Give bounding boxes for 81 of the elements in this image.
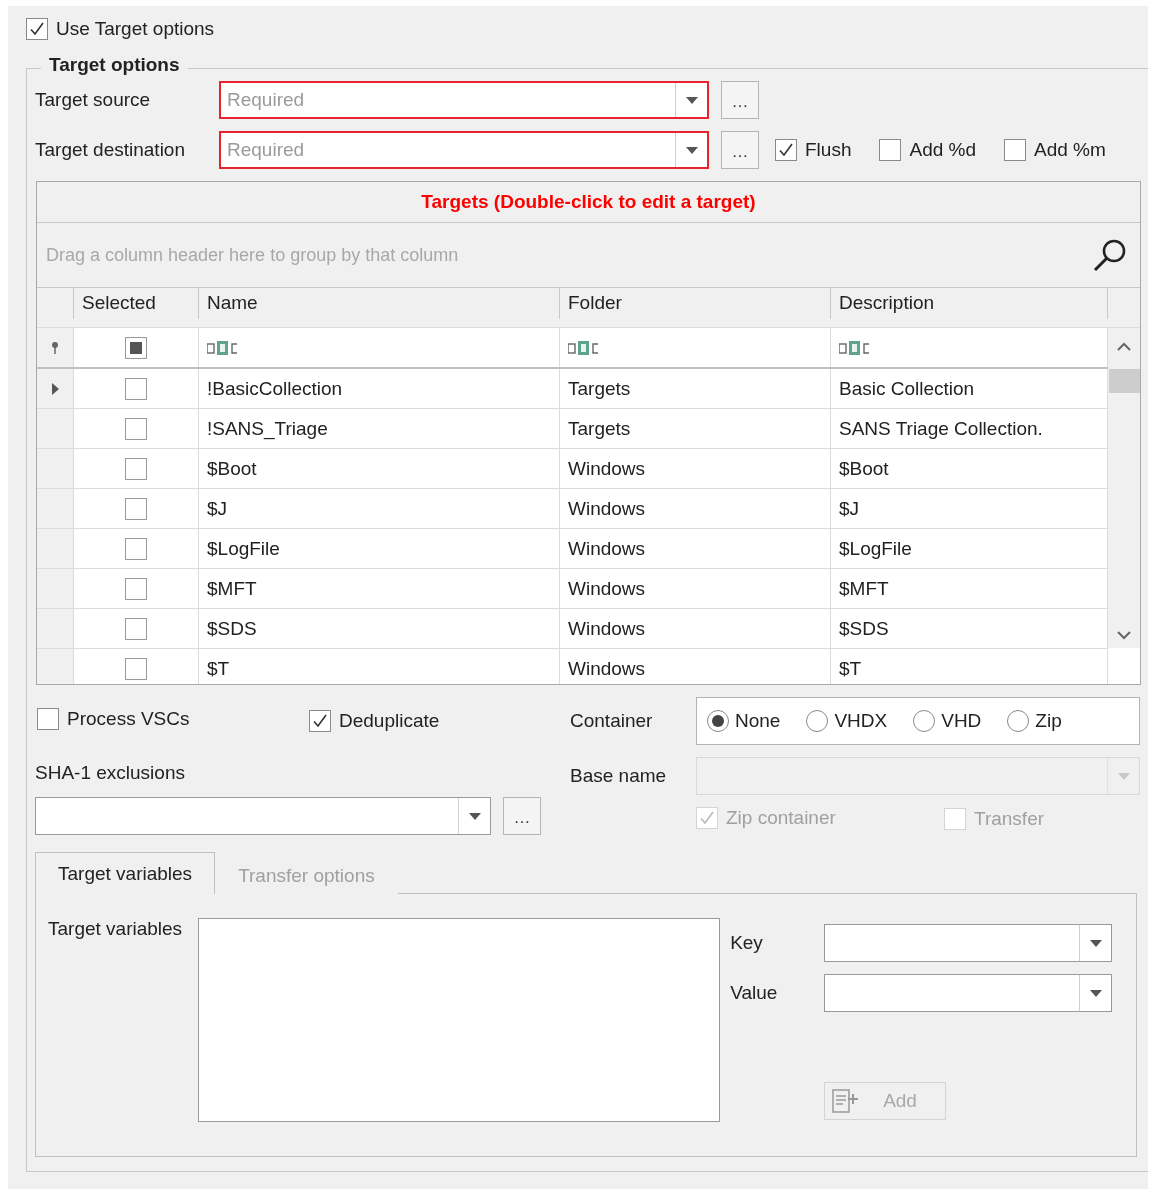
table-cell: Windows xyxy=(560,649,831,684)
combo-field[interactable] xyxy=(824,924,1113,962)
table-cell: !SANS_Triage xyxy=(199,409,560,448)
table-cell: $LogFile xyxy=(199,529,560,568)
text-filter-icon xyxy=(568,340,600,355)
dropdown-arrow-icon[interactable] xyxy=(685,96,698,104)
checkbox[interactable] xyxy=(775,139,797,161)
checkbox-label: Process VSCs xyxy=(67,707,190,730)
row-checkbox[interactable] xyxy=(125,577,147,600)
radio-button[interactable] xyxy=(913,710,936,732)
table-cell: Windows xyxy=(560,609,831,648)
field-label: Base name xyxy=(570,765,668,787)
table-cell: $T xyxy=(831,649,1108,684)
browse-button[interactable]: … xyxy=(721,131,759,169)
row-checkbox[interactable] xyxy=(125,417,147,440)
checkbox-label: Add %d xyxy=(909,139,976,161)
tab[interactable]: Target variables xyxy=(35,852,216,894)
combo-field[interactable] xyxy=(824,974,1113,1012)
checkbox[interactable] xyxy=(26,18,48,40)
combo-field[interactable] xyxy=(35,797,491,835)
scrollbar[interactable] xyxy=(1108,328,1140,648)
field-label: Target destination xyxy=(35,139,186,161)
table-cell: Windows xyxy=(560,529,831,568)
field-label: Key xyxy=(730,932,764,954)
dropdown-arrow-icon[interactable] xyxy=(685,146,698,154)
row-checkbox[interactable] xyxy=(125,537,147,560)
field-label: Container xyxy=(570,710,654,732)
field-label: SHA-1 exclusions xyxy=(35,762,185,784)
row-checkbox[interactable] xyxy=(125,617,147,640)
pin-icon xyxy=(51,341,59,354)
checkbox-label: Transfer xyxy=(974,808,1045,830)
table-cell: Targets xyxy=(560,369,831,408)
field-label: Target source xyxy=(35,89,152,111)
table-cell: $J xyxy=(199,489,560,528)
variables-field[interactable] xyxy=(198,918,721,1122)
table-cell: $SDS xyxy=(199,609,560,648)
grid-title: Targets (Double-click to edit a target) xyxy=(421,191,756,213)
text-filter-icon xyxy=(839,340,871,355)
row-checkbox[interactable] xyxy=(125,657,147,680)
checkbox-label: Zip container xyxy=(726,807,836,829)
row-indicator[interactable] xyxy=(37,369,74,408)
text-filter-icon xyxy=(207,340,239,355)
browse-button[interactable]: … xyxy=(503,797,541,835)
checkbox-label: Deduplicate xyxy=(339,710,440,732)
browse-button[interactable]: … xyxy=(721,81,759,119)
field-label: Value xyxy=(730,982,779,1004)
table-cell: $Boot xyxy=(199,449,560,488)
radio-button[interactable] xyxy=(806,710,829,732)
dropdown-arrow-icon[interactable] xyxy=(468,812,481,820)
radio-label: Zip xyxy=(1035,710,1062,732)
radio-button[interactable] xyxy=(707,710,729,732)
table-cell: !BasicCollection xyxy=(199,369,560,408)
dropdown-arrow-icon[interactable] xyxy=(1089,989,1102,997)
row-checkbox[interactable] xyxy=(125,377,147,400)
search-icon[interactable] xyxy=(1092,237,1128,273)
radio-label: None xyxy=(735,710,781,732)
checkbox[interactable] xyxy=(1004,139,1026,161)
scrollbar-thumb[interactable] xyxy=(1108,369,1140,393)
group-panel-hint: Drag a column header here to group by that column xyxy=(46,244,459,266)
table-cell: $T xyxy=(199,649,560,684)
field-label: Target variables xyxy=(48,918,183,940)
scroll-down-icon[interactable] xyxy=(1117,631,1131,640)
checkbox-label: Flush xyxy=(805,139,852,161)
dropdown-arrow-icon[interactable] xyxy=(1089,939,1102,947)
table-cell: $MFT xyxy=(199,569,560,608)
checkbox[interactable] xyxy=(37,707,59,730)
checkbox[interactable] xyxy=(879,139,902,161)
radio-label: VHDX xyxy=(834,710,888,732)
scroll-up-icon[interactable] xyxy=(1117,342,1131,351)
checkbox-label: Use Target options xyxy=(56,18,215,40)
filter-checkbox[interactable] xyxy=(125,336,147,359)
table-cell: Windows xyxy=(560,489,831,528)
table-cell: Windows xyxy=(560,569,831,608)
checkbox-label: Add %m xyxy=(1034,139,1106,161)
checkbox[interactable] xyxy=(309,710,331,732)
table-cell: Windows xyxy=(560,449,831,488)
table-cell: Targets xyxy=(560,409,831,448)
row-checkbox[interactable] xyxy=(125,457,147,480)
radio-label: VHD xyxy=(941,710,982,732)
row-checkbox[interactable] xyxy=(125,497,147,520)
radio-button[interactable] xyxy=(1007,710,1030,732)
